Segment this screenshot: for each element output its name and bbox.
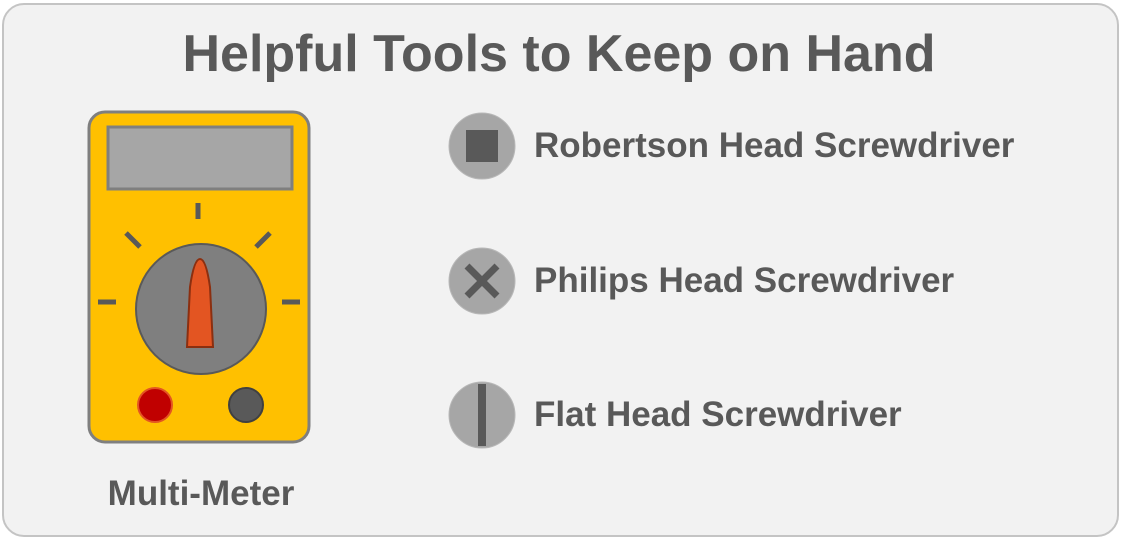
tools-card: Helpful Tools to Keep on Hand Multi-Mete… [2,3,1119,537]
tool-item-flat: Flat Head Screwdriver [448,381,1108,449]
robertson-screw-head-icon [448,112,516,180]
multimeter-icon [87,110,311,444]
philips-screw-head-icon [448,247,516,315]
tool-item-philips: Philips Head Screwdriver [448,247,1108,315]
tool-label-philips: Philips Head Screwdriver [534,261,955,300]
red-probe-port [137,387,173,423]
flat-screw-head-icon [448,381,516,449]
page-title: Helpful Tools to Keep on Hand [182,25,936,83]
tool-label-robertson: Robertson Head Screwdriver [534,126,1015,165]
multimeter-label: Multi-Meter [107,474,295,513]
multimeter-screen [106,125,294,191]
black-probe-port [228,387,264,423]
tool-label-flat: Flat Head Screwdriver [534,395,902,434]
tool-item-robertson: Robertson Head Screwdriver [448,112,1108,180]
